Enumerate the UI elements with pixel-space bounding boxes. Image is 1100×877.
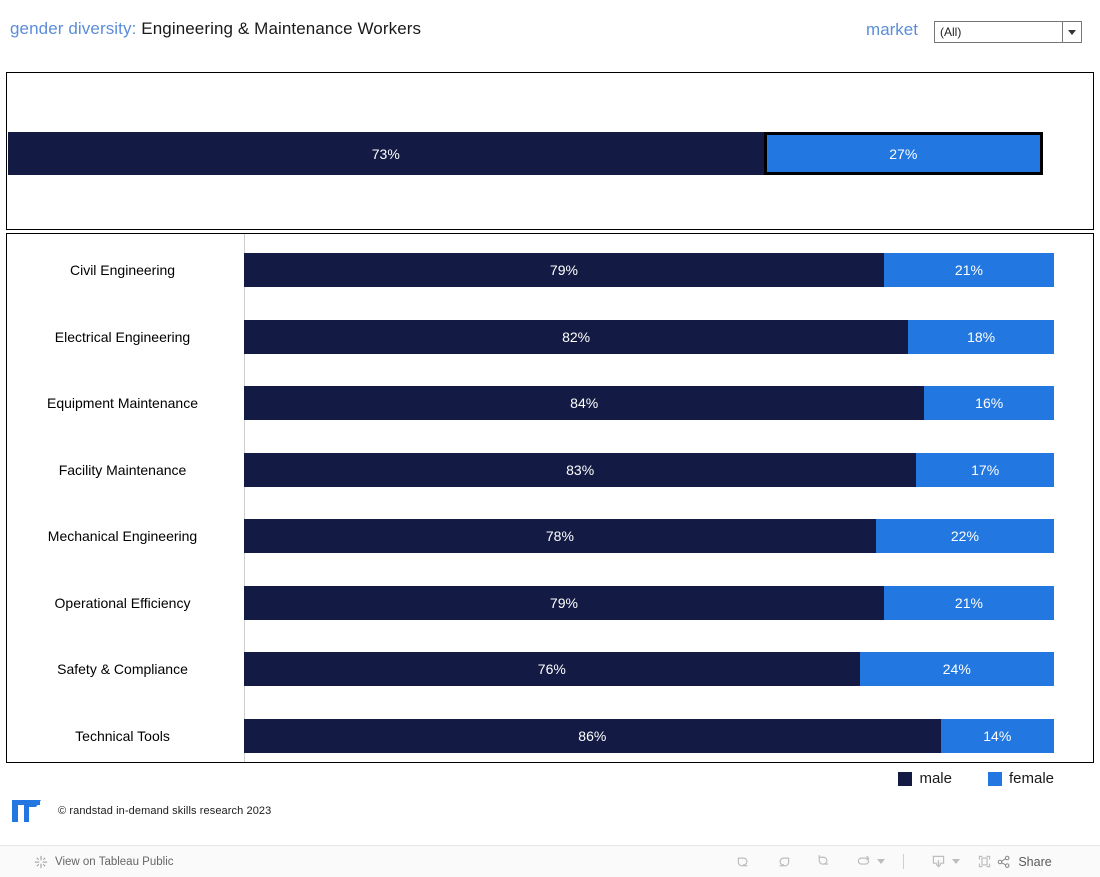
category-label: Safety & Compliance (57, 661, 188, 677)
total-stacked-bar: 73% 27% (8, 132, 1043, 175)
total-bar-female-value: 27% (889, 145, 918, 162)
toolbar-divider (903, 854, 904, 869)
category-stacked-bar: 86% 14% (244, 718, 1054, 753)
bar-male-segment[interactable]: 83% (244, 452, 917, 487)
category-panel: Civil Engineering 79% 21% Electrical Engine… (6, 233, 1094, 763)
category-label: Technical Tools (75, 727, 170, 744)
brand-footer: © randstad in-demand skills research 202… (10, 798, 271, 824)
bar-male-value: 79% (549, 594, 578, 611)
chevron-down-icon[interactable] (1062, 22, 1081, 42)
market-filter-label: market (866, 20, 918, 39)
bar-female-value: 24% (942, 661, 971, 677)
table-row: Facility Maintenance 83% 17% (7, 452, 1093, 487)
category-stacked-bar: 78% 22% (244, 519, 1054, 553)
bar-female-value: 16% (975, 395, 1004, 411)
redo-icon[interactable] (763, 847, 803, 877)
legend-label-female: female (1008, 770, 1054, 787)
category-stacked-bar: 83% 17% (244, 452, 1054, 487)
bar-male-segment[interactable]: 84% (244, 386, 925, 420)
legend-item-male[interactable]: male (898, 770, 952, 787)
category-label: Electrical Engineering (54, 328, 191, 345)
bar-female-value: 21% (954, 262, 983, 278)
bar-female-value: 21% (954, 594, 983, 611)
view-on-tableau-public-button[interactable]: View on Tableau Public (34, 855, 174, 869)
legend-label-male: male (919, 770, 952, 787)
bar-male-segment[interactable]: 78% (244, 519, 876, 553)
dashboard-sheet: gender diversity: Engineering & Maintena… (0, 0, 1100, 877)
table-row: Mechanical Engineering 78% 22% (7, 519, 1093, 553)
bar-female-segment[interactable]: 21% (883, 585, 1054, 620)
bar-male-value: 82% (562, 328, 591, 345)
copyright-text: © randstad in-demand skills research 202… (58, 805, 272, 817)
total-bar-male-segment[interactable]: 73% (8, 132, 764, 175)
table-row: Civil Engineering 79% 21% (7, 253, 1093, 287)
bar-male-segment[interactable]: 79% (244, 585, 884, 620)
table-row: Electrical Engineering 82% 18% (7, 319, 1093, 354)
bar-male-value: 79% (549, 262, 578, 278)
total-bar-male-value: 73% (371, 145, 400, 162)
category-label: Mechanical Engineering (47, 528, 198, 544)
legend: male female (898, 770, 1054, 787)
page-title-main: Engineering & Maintenance Workers (141, 19, 422, 38)
category-stacked-bar: 79% 21% (244, 585, 1054, 620)
view-on-tableau-public-label: View on Tableau Public (55, 855, 174, 868)
toolbar-actions: Share (723, 847, 1052, 877)
refresh-chevron-down-icon[interactable] (877, 859, 885, 864)
category-rows: Civil Engineering 79% 21% Electrical Engine… (7, 234, 1093, 762)
page-title: gender diversity: Engineering & Maintena… (10, 19, 421, 39)
bar-female-value: 17% (971, 461, 1000, 478)
category-label: Equipment Maintenance (47, 395, 198, 411)
category-stacked-bar: 84% 16% (244, 386, 1054, 420)
bar-female-value: 18% (967, 328, 996, 345)
download-chevron-down-icon[interactable] (952, 859, 960, 864)
table-row: Technical Tools 86% 14% (7, 718, 1093, 753)
page-title-accent: gender diversity: (10, 19, 137, 38)
share-button[interactable]: Share (998, 847, 1052, 877)
revert-icon[interactable] (803, 847, 843, 877)
category-stacked-bar: 76% 24% (244, 652, 1054, 686)
legend-item-female[interactable]: female (987, 770, 1054, 787)
undo-icon[interactable] (723, 847, 763, 877)
bar-male-value: 83% (566, 461, 595, 478)
table-row: Equipment Maintenance 84% 16% (7, 386, 1093, 420)
category-label: Operational Efficiency (54, 594, 191, 611)
bar-male-segment[interactable]: 76% (244, 652, 860, 686)
bar-male-segment[interactable]: 79% (244, 253, 884, 287)
category-label: Facility Maintenance (58, 461, 187, 478)
bar-female-segment[interactable]: 24% (859, 652, 1054, 686)
randstad-logo-icon (10, 798, 50, 824)
bar-male-segment[interactable]: 82% (244, 319, 909, 354)
bar-female-segment[interactable]: 18% (908, 319, 1054, 354)
category-label: Civil Engineering (69, 262, 176, 278)
bar-male-value: 78% (545, 528, 574, 544)
total-panel: 73% 27% (6, 72, 1094, 230)
bar-female-segment[interactable]: 14% (940, 718, 1054, 753)
bar-male-segment[interactable]: 86% (244, 718, 941, 753)
bar-female-segment[interactable]: 21% (883, 253, 1054, 287)
bar-male-value: 84% (570, 395, 599, 411)
tableau-toolbar: View on Tableau Public Share (0, 845, 1100, 877)
bar-female-value: 14% (983, 727, 1012, 744)
legend-swatch-female-icon (987, 771, 1002, 786)
legend-swatch-male-icon (898, 771, 913, 786)
bar-male-value: 76% (537, 661, 566, 677)
bar-female-value: 22% (950, 528, 979, 544)
share-icon (996, 854, 1012, 870)
bar-female-segment[interactable]: 17% (916, 452, 1054, 487)
bar-male-value: 86% (578, 727, 607, 744)
table-row: Safety & Compliance 76% 24% (7, 652, 1093, 686)
table-row: Operational Efficiency 79% 21% (7, 585, 1093, 620)
category-stacked-bar: 82% 18% (244, 319, 1054, 354)
share-label: Share (1018, 854, 1052, 869)
market-filter-dropdown[interactable]: (All) (934, 21, 1082, 43)
category-stacked-bar: 79% 21% (244, 253, 1054, 287)
bar-female-segment[interactable]: 16% (924, 386, 1054, 420)
bar-female-segment[interactable]: 22% (875, 519, 1054, 553)
total-bar-female-segment[interactable]: 27% (763, 132, 1043, 175)
market-filter-value: (All) (940, 25, 962, 39)
dashboard-header: gender diversity: Engineering & Maintena… (0, 0, 1100, 68)
tableau-logo-icon (34, 855, 48, 869)
